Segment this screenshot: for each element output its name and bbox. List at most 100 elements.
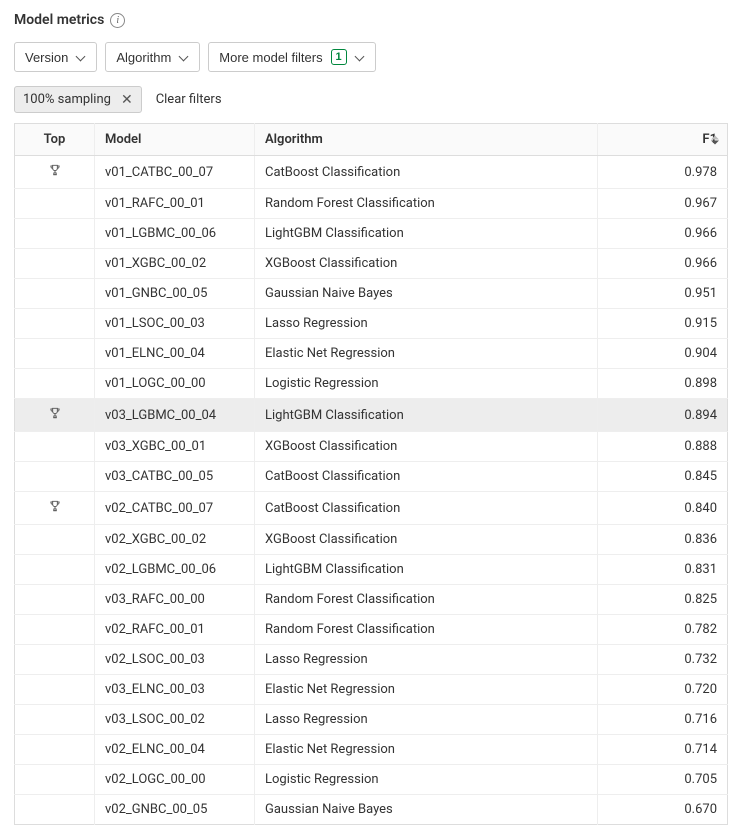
- cell-f1: 0.670: [598, 795, 728, 825]
- table-row[interactable]: v01_LGBMC_00_06LightGBM Classification0.…: [15, 219, 728, 249]
- sort-up-icon: [711, 135, 719, 139]
- cell-algorithm: Elastic Net Regression: [255, 675, 598, 705]
- cell-algorithm: LightGBM Classification: [255, 219, 598, 249]
- cell-model: v03_RAFC_00_00: [95, 585, 255, 615]
- cell-model: v02_LGBMC_00_06: [95, 555, 255, 585]
- table-row[interactable]: v03_LGBMC_00_04LightGBM Classification0.…: [15, 399, 728, 432]
- cell-top: [15, 156, 95, 189]
- cell-top: [15, 705, 95, 735]
- column-header-algorithm[interactable]: Algorithm: [255, 124, 598, 156]
- cell-top: [15, 585, 95, 615]
- more-filters-count-badge: 1: [331, 49, 347, 65]
- table-row[interactable]: v02_LSOC_00_03Lasso Regression0.732: [15, 645, 728, 675]
- sort-indicator: [711, 135, 719, 144]
- table-row[interactable]: v03_CATBC_00_05CatBoost Classification0.…: [15, 462, 728, 492]
- info-icon[interactable]: i: [110, 13, 125, 28]
- column-header-model[interactable]: Model: [95, 124, 255, 156]
- cell-top: [15, 555, 95, 585]
- cell-algorithm: Gaussian Naive Bayes: [255, 279, 598, 309]
- cell-model: v01_CATBC_00_07: [95, 156, 255, 189]
- cell-f1: 0.951: [598, 279, 728, 309]
- cell-f1: 0.840: [598, 492, 728, 525]
- chevron-down-icon: [179, 52, 189, 62]
- cell-f1: 0.732: [598, 645, 728, 675]
- table-row[interactable]: v03_LSOC_00_02Lasso Regression0.716: [15, 705, 728, 735]
- cell-top: [15, 219, 95, 249]
- cell-model: v01_RAFC_00_01: [95, 189, 255, 219]
- cell-model: v01_LGBMC_00_06: [95, 219, 255, 249]
- cell-algorithm: Random Forest Classification: [255, 615, 598, 645]
- cell-model: v03_ELNC_00_03: [95, 675, 255, 705]
- cell-model: v03_LSOC_00_02: [95, 705, 255, 735]
- cell-f1: 0.845: [598, 462, 728, 492]
- filter-chip-sampling[interactable]: 100% sampling ✕: [14, 86, 142, 113]
- cell-f1: 0.782: [598, 615, 728, 645]
- active-filters-row: 100% sampling ✕ Clear filters: [14, 86, 728, 113]
- cell-model: v02_GNBC_00_05: [95, 795, 255, 825]
- table-row[interactable]: v03_RAFC_00_00Random Forest Classificati…: [15, 585, 728, 615]
- cell-model: v01_LOGC_00_00: [95, 369, 255, 399]
- table-row[interactable]: v03_ELNC_00_03Elastic Net Regression0.72…: [15, 675, 728, 705]
- table-row[interactable]: v02_LOGC_00_00Logistic Regression0.705: [15, 765, 728, 795]
- cell-top: [15, 249, 95, 279]
- cell-model: v02_LOGC_00_00: [95, 765, 255, 795]
- cell-top: [15, 432, 95, 462]
- cell-algorithm: LightGBM Classification: [255, 399, 598, 432]
- cell-top: [15, 615, 95, 645]
- cell-top: [15, 399, 95, 432]
- table-row[interactable]: v02_CATBC_00_07CatBoost Classification0.…: [15, 492, 728, 525]
- cell-top: [15, 525, 95, 555]
- clear-filters-link[interactable]: Clear filters: [156, 92, 222, 107]
- more-filters-button[interactable]: More model filters 1: [208, 42, 375, 72]
- table-row[interactable]: v01_RAFC_00_01Random Forest Classificati…: [15, 189, 728, 219]
- table-row[interactable]: v01_LSOC_00_03Lasso Regression0.915: [15, 309, 728, 339]
- close-icon[interactable]: ✕: [121, 93, 133, 107]
- column-header-f1[interactable]: F1: [598, 124, 728, 156]
- column-header-top[interactable]: Top: [15, 124, 95, 156]
- cell-model: v03_CATBC_00_05: [95, 462, 255, 492]
- cell-model: v02_ELNC_00_04: [95, 735, 255, 765]
- cell-top: [15, 765, 95, 795]
- table-header-row: Top Model Algorithm F1: [15, 124, 728, 156]
- version-filter-button[interactable]: Version: [14, 42, 97, 72]
- chevron-down-icon: [76, 52, 86, 62]
- sort-down-icon: [711, 140, 719, 144]
- cell-f1: 0.720: [598, 675, 728, 705]
- cell-f1: 0.714: [598, 735, 728, 765]
- cell-f1: 0.825: [598, 585, 728, 615]
- cell-top: [15, 369, 95, 399]
- cell-algorithm: LightGBM Classification: [255, 555, 598, 585]
- table-row[interactable]: v02_RAFC_00_01Random Forest Classificati…: [15, 615, 728, 645]
- cell-f1: 0.898: [598, 369, 728, 399]
- trophy-icon: [48, 166, 62, 181]
- filter-bar: Version Algorithm More model filters 1: [14, 42, 728, 72]
- cell-f1: 0.967: [598, 189, 728, 219]
- table-row[interactable]: v03_XGBC_00_01XGBoost Classification0.88…: [15, 432, 728, 462]
- table-row[interactable]: v02_GNBC_00_05Gaussian Naive Bayes0.670: [15, 795, 728, 825]
- cell-model: v01_LSOC_00_03: [95, 309, 255, 339]
- table-row[interactable]: v01_GNBC_00_05Gaussian Naive Bayes0.951: [15, 279, 728, 309]
- cell-algorithm: Elastic Net Regression: [255, 339, 598, 369]
- table-row[interactable]: v01_ELNC_00_04Elastic Net Regression0.90…: [15, 339, 728, 369]
- table-row[interactable]: v01_LOGC_00_00Logistic Regression0.898: [15, 369, 728, 399]
- cell-top: [15, 675, 95, 705]
- algorithm-filter-button[interactable]: Algorithm: [105, 42, 200, 72]
- table-row[interactable]: v01_XGBC_00_02XGBoost Classification0.96…: [15, 249, 728, 279]
- cell-algorithm: Logistic Regression: [255, 369, 598, 399]
- cell-algorithm: XGBoost Classification: [255, 525, 598, 555]
- cell-f1: 0.716: [598, 705, 728, 735]
- table-row[interactable]: v02_LGBMC_00_06LightGBM Classification0.…: [15, 555, 728, 585]
- cell-algorithm: CatBoost Classification: [255, 462, 598, 492]
- cell-model: v03_LGBMC_00_04: [95, 399, 255, 432]
- table-row[interactable]: v01_CATBC_00_07CatBoost Classification0.…: [15, 156, 728, 189]
- cell-top: [15, 462, 95, 492]
- table-row[interactable]: v02_XGBC_00_02XGBoost Classification0.83…: [15, 525, 728, 555]
- cell-f1: 0.705: [598, 765, 728, 795]
- table-body: v01_CATBC_00_07CatBoost Classification0.…: [15, 156, 728, 825]
- cell-algorithm: XGBoost Classification: [255, 432, 598, 462]
- table-row[interactable]: v02_ELNC_00_04Elastic Net Regression0.71…: [15, 735, 728, 765]
- cell-algorithm: Lasso Regression: [255, 309, 598, 339]
- cell-top: [15, 339, 95, 369]
- cell-model: v01_ELNC_00_04: [95, 339, 255, 369]
- cell-algorithm: Logistic Regression: [255, 765, 598, 795]
